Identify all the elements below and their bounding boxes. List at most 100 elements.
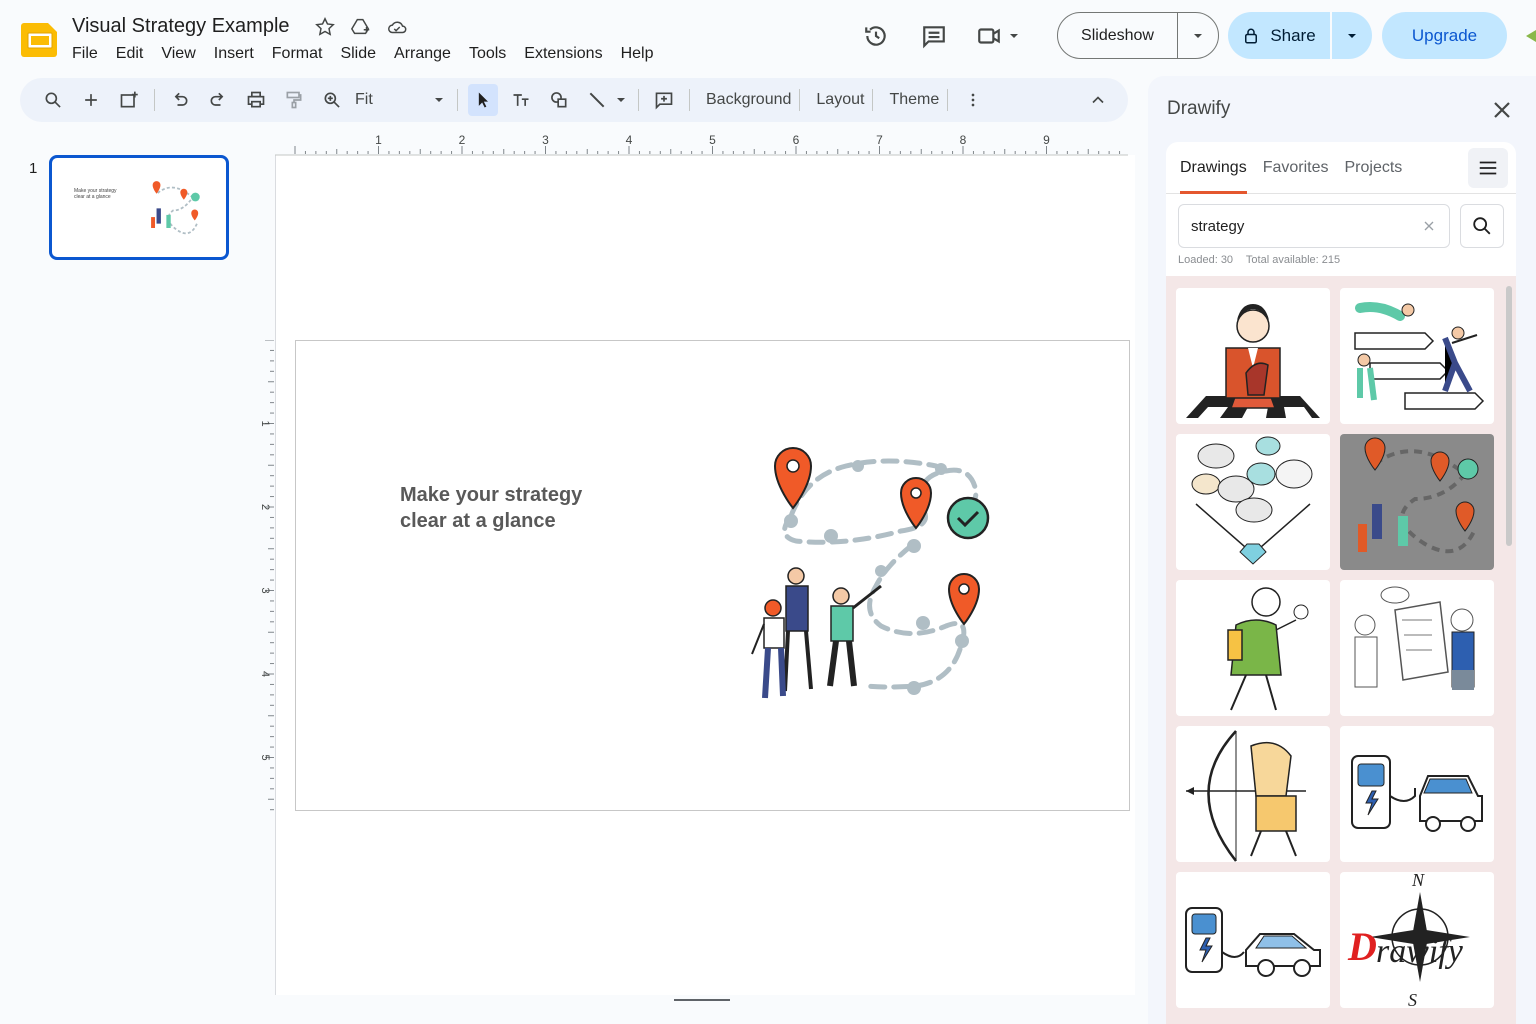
menu-extensions[interactable]: Extensions	[524, 45, 602, 63]
drawing-tile-selected[interactable]	[1340, 434, 1494, 570]
menu-file[interactable]: File	[72, 45, 98, 63]
zoom-value: Fit	[355, 91, 373, 108]
strategy-path-illustration[interactable]	[736, 436, 996, 711]
plus-icon	[85, 94, 97, 106]
theme-button[interactable]: Theme	[883, 91, 945, 109]
chevron-down-icon	[617, 98, 625, 102]
search-box	[1178, 204, 1450, 248]
paint-format-button[interactable]	[279, 84, 309, 116]
side-panel-title: Drawify	[1167, 98, 1231, 119]
menu-tools[interactable]: Tools	[469, 45, 506, 63]
chevron-up-icon	[1092, 96, 1104, 104]
add-comment-icon	[655, 92, 673, 110]
zoom-select[interactable]: Fit	[355, 91, 445, 109]
toolbar-divider	[799, 89, 801, 111]
more-options-button[interactable]	[958, 84, 988, 116]
drawing-tile[interactable]	[1176, 580, 1330, 716]
ruler-label: 3	[259, 587, 271, 593]
drawing-tile[interactable]	[1340, 288, 1494, 424]
search-menus-button[interactable]	[38, 84, 68, 116]
menu-arrange[interactable]: Arrange	[394, 45, 451, 63]
slideshow-dropdown[interactable]	[1178, 30, 1218, 42]
hamburger-menu-button[interactable]	[1468, 148, 1508, 188]
tab-drawings[interactable]: Drawings	[1180, 142, 1247, 194]
drawings-grid: N S D rawify	[1176, 288, 1494, 1008]
new-slide-layout-button[interactable]	[114, 84, 144, 116]
menu-help[interactable]: Help	[621, 45, 654, 63]
new-slide-button[interactable]	[76, 84, 106, 116]
drawing-tile[interactable]: N S D rawify	[1340, 872, 1494, 1008]
video-camera-icon	[978, 28, 1000, 44]
clear-icon[interactable]	[1421, 218, 1437, 234]
line-button[interactable]	[582, 84, 612, 116]
redo-icon	[210, 92, 224, 106]
drawing-tile[interactable]	[1340, 580, 1494, 716]
menu-insert[interactable]: Insert	[214, 45, 254, 63]
slides-app-icon[interactable]	[20, 20, 60, 58]
text-box-icon	[513, 94, 529, 106]
print-button[interactable]	[241, 84, 271, 116]
side-panel-indicator	[1526, 30, 1536, 42]
strategy-path-drawing	[1358, 437, 1479, 554]
ruler-label: 6	[793, 133, 800, 147]
menu-edit[interactable]: Edit	[116, 45, 144, 63]
search-input[interactable]	[1191, 217, 1421, 235]
drawing-tile[interactable]	[1340, 726, 1494, 862]
menu-slide[interactable]: Slide	[340, 45, 376, 63]
tab-projects[interactable]: Projects	[1344, 142, 1402, 194]
search-button[interactable]	[1460, 204, 1504, 248]
ideas-diamond-drawing	[1191, 436, 1313, 565]
star-icon[interactable]	[314, 16, 336, 38]
tab-favorites[interactable]: Favorites	[1263, 142, 1329, 194]
ruler-label: 1	[375, 133, 382, 147]
vertical-ruler[interactable]: 1 2 3 4 5	[253, 340, 275, 812]
share-dropdown[interactable]	[1332, 30, 1372, 42]
slide-text-line: clear at a glance	[400, 510, 556, 532]
loaded-count: Loaded: 30	[1178, 254, 1234, 266]
zoom-icon	[324, 92, 340, 108]
drawing-tile[interactable]	[1176, 872, 1330, 1008]
insert-comment-button[interactable]	[649, 84, 679, 116]
zoom-button[interactable]	[317, 84, 347, 116]
slideshow-button[interactable]: Slideshow	[1058, 13, 1178, 58]
slide[interactable]: Make your strategy clear at a glance	[295, 340, 1130, 811]
menu-view[interactable]: View	[161, 45, 195, 63]
text-box-button[interactable]	[506, 84, 536, 116]
drawing-tile[interactable]	[1176, 726, 1330, 862]
background-button[interactable]: Background	[700, 91, 797, 109]
redo-button[interactable]	[203, 84, 233, 116]
canvas-scroll-handle[interactable]	[674, 999, 730, 1001]
slide-text-box[interactable]: Make your strategy clear at a glance	[400, 482, 630, 534]
collapse-toolbar-button[interactable]	[1088, 90, 1108, 115]
version-history-button[interactable]	[860, 20, 892, 52]
drawing-tile[interactable]	[1176, 288, 1330, 424]
top-bar: Visual Strategy Example File Edit View I…	[0, 0, 1536, 76]
main-toolbar: Fit Background Layout Theme	[20, 78, 1128, 122]
ruler-label: 4	[259, 671, 271, 677]
cloud-status-icon[interactable]	[386, 16, 408, 38]
meet-button[interactable]	[976, 23, 1020, 49]
comment-icon	[923, 26, 945, 49]
ruler-label: 3	[542, 133, 549, 147]
select-tool-button[interactable]	[468, 84, 498, 116]
undo-icon	[174, 92, 188, 106]
results-scrollbar[interactable]	[1506, 286, 1512, 546]
document-title[interactable]: Visual Strategy Example	[72, 15, 290, 38]
horizontal-ruler[interactable]: 1 2 3 4 5 6 7 8 9	[275, 132, 1128, 156]
close-icon[interactable]	[1490, 98, 1514, 122]
ev-charger-car-drawing	[1351, 755, 1483, 832]
ev-charger-car-drawing-2	[1185, 907, 1321, 977]
line-dropdown[interactable]	[614, 84, 628, 116]
drawing-tile[interactable]	[1176, 434, 1330, 570]
move-to-drive-icon[interactable]	[350, 16, 372, 38]
undo-button[interactable]	[165, 84, 195, 116]
menu-format[interactable]: Format	[272, 45, 323, 63]
share-button[interactable]: Share	[1228, 12, 1332, 59]
slide-thumbnail[interactable]: Make your strategy clear at a glance	[49, 155, 229, 260]
shape-button[interactable]	[544, 84, 574, 116]
ruler-label: 2	[459, 133, 466, 147]
comments-button[interactable]	[918, 20, 950, 52]
upgrade-button[interactable]: Upgrade	[1382, 12, 1507, 59]
ruler-label: 4	[626, 133, 633, 147]
layout-button[interactable]: Layout	[810, 91, 870, 109]
